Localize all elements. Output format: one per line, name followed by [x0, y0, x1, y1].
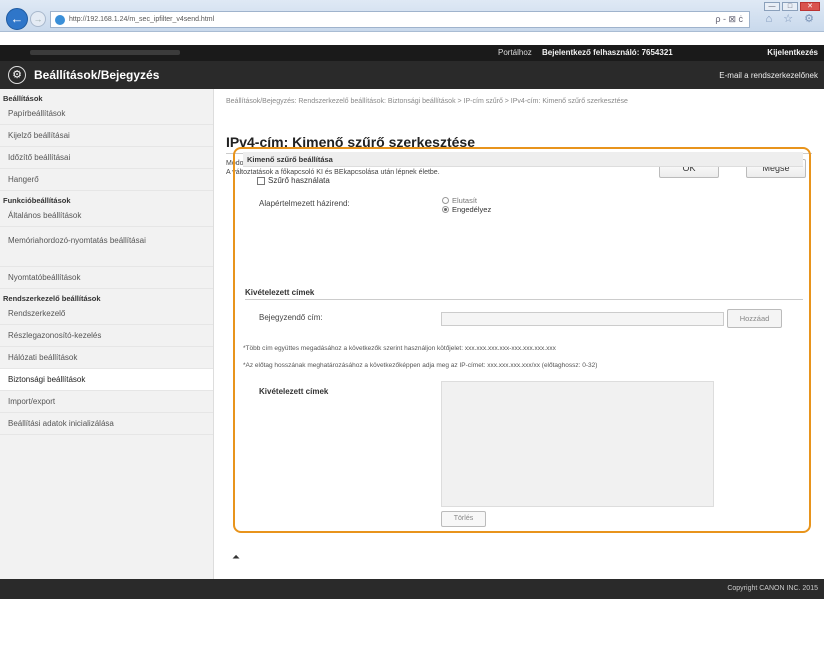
exceptions-listbox[interactable] [441, 381, 714, 507]
back-to-top-icon[interactable]: ⏶ [232, 552, 240, 563]
footer: Copyright CANON INC. 2015 [0, 579, 824, 599]
home-favorites-settings-icons[interactable]: ⌂ ☆ ⚙ [766, 12, 818, 25]
sidebar-item-display-settings[interactable]: Kijelző beállításai [0, 125, 213, 147]
instruction-line: A változtatások a főkapcsoló KI és BEkap… [226, 169, 440, 176]
minimize-icon[interactable]: — [764, 2, 780, 11]
page-title: IPv4-cím: Kimenő szűrő szerkesztése [226, 134, 475, 150]
breadcrumb: Beállítások/Bejegyzés: Rendszerkezelő be… [226, 98, 628, 105]
use-filter-checkbox[interactable] [257, 177, 265, 185]
top-bar: Portálhoz Bejelentkező felhasználó: 7654… [0, 45, 824, 61]
address-bar[interactable]: http://192.168.1.24/m_sec_ipfilter_v4sen… [50, 11, 750, 28]
register-address-input[interactable] [441, 312, 724, 326]
divider [226, 153, 812, 154]
sidebar-item-timer-settings[interactable]: Időzítő beállításai [0, 147, 213, 169]
logout-link[interactable]: Kijelentkezés [767, 48, 818, 57]
url-text: http://192.168.1.24/m_sec_ipfilter_v4sen… [69, 16, 215, 23]
reject-radio[interactable] [442, 197, 449, 204]
window-controls: — □ ✕ [764, 2, 820, 11]
close-icon[interactable]: ✕ [800, 2, 820, 11]
sidebar-item-system-manager[interactable]: Rendszerkezelő [0, 303, 213, 325]
browser-toolbar: — □ ✕ ← → http://192.168.1.24/m_sec_ipfi… [0, 0, 824, 32]
sidebar-item-media-print-settings[interactable]: Memóriahordozó-nyomtatás beállításai [0, 227, 213, 267]
sidebar: Beállítások Papírbeállítások Kijelző beá… [0, 89, 214, 579]
sidebar-item-printer-settings[interactable]: Nyomtatóbeállítások [0, 267, 213, 289]
sidebar-item-initialize-settings[interactable]: Beállítási adatok inicializálása [0, 413, 213, 435]
app-title: Beállítások/Bejegyzés [34, 68, 160, 82]
ok-button[interactable]: OK [659, 159, 719, 178]
maximize-icon[interactable]: □ [782, 2, 798, 11]
add-button[interactable]: Hozzáad [727, 309, 782, 328]
sidebar-group-heading: Beállítások [3, 94, 43, 103]
cancel-button[interactable]: Mégse [746, 159, 806, 178]
sidebar-item-volume[interactable]: Hangerő [0, 169, 213, 191]
sidebar-group-heading: Rendszerkezelő beállítások [3, 294, 101, 303]
sidebar-item-security-settings[interactable]: Biztonsági beállítások [0, 369, 213, 391]
copyright: Copyright CANON INC. 2015 [727, 585, 818, 592]
portal-link[interactable]: Portálhoz [498, 48, 532, 57]
empty-area [0, 599, 824, 664]
sidebar-item-paper-settings[interactable]: Papírbeállítások [0, 103, 213, 125]
sidebar-group-heading: Funkcióbeállítások [3, 196, 71, 205]
settings-gear-icon: ⚙ [8, 66, 26, 84]
allow-radio[interactable] [442, 206, 449, 213]
back-button[interactable]: ← [6, 8, 28, 30]
sidebar-item-network-settings[interactable]: Hálózati beállítások [0, 347, 213, 369]
forward-button[interactable]: → [30, 11, 46, 27]
sidebar-item-department-id[interactable]: Részlegazonosító-kezelés [0, 325, 213, 347]
app-header: ⚙ Beállítások/Bejegyzés E-mail a rendsze… [0, 61, 824, 89]
logged-in-user: Bejelentkező felhasználó: 7654321 [542, 48, 673, 57]
device-name-blurred [30, 50, 180, 55]
email-admin-link[interactable]: E-mail a rendszerkezelőnek [719, 71, 818, 80]
instructions: Módosítsa a következő beállításokat. A v… [226, 159, 440, 177]
delete-button[interactable]: Törlés [441, 511, 486, 527]
ie-icon [55, 15, 65, 25]
sidebar-item-import-export[interactable]: Import/export [0, 391, 213, 413]
sidebar-item-general-settings[interactable]: Általános beállítások [0, 205, 213, 227]
address-tools[interactable]: ρ - ⊠ ċ [715, 12, 743, 27]
instruction-line: Módosítsa a következő beállításokat. [226, 160, 341, 167]
